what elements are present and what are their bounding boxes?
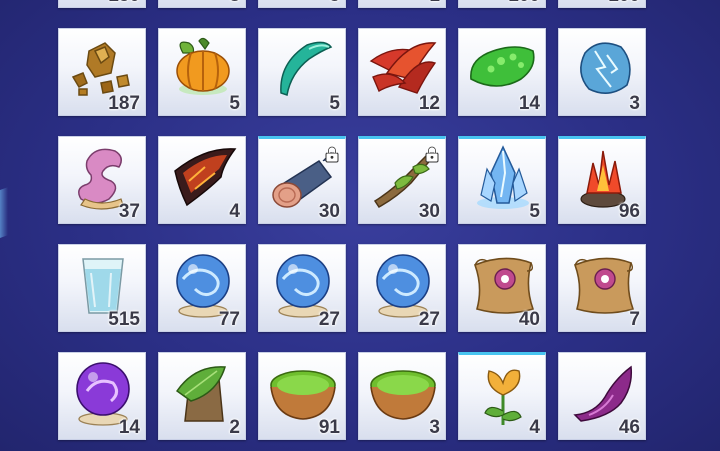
- inventory-slot[interactable]: 1: [358, 0, 446, 8]
- item-count: 91: [318, 417, 340, 438]
- inventory-slot[interactable]: 40: [458, 244, 546, 332]
- inventory-slot[interactable]: 4: [458, 352, 546, 440]
- inventory-slot[interactable]: 7: [558, 244, 646, 332]
- inventory-slot[interactable]: 77: [158, 244, 246, 332]
- item-count: 5: [329, 93, 340, 114]
- inventory-slot[interactable]: 30: [358, 136, 446, 224]
- item-count: 30: [418, 201, 440, 222]
- item-count: 27: [418, 309, 440, 330]
- inventory-slot[interactable]: 2: [158, 352, 246, 440]
- item-count: 4: [529, 417, 540, 438]
- inventory-slot[interactable]: 5: [258, 0, 346, 8]
- item-count: 8: [229, 0, 240, 5]
- side-glow-decoration: [0, 187, 8, 241]
- inventory-slot[interactable]: 27: [258, 244, 346, 332]
- inventory-slot[interactable]: 14: [458, 28, 546, 116]
- inventory-grid: 150851100100 187 5 5 12 14 3 37 4: [58, 0, 646, 440]
- inventory-slot[interactable]: 150: [58, 0, 146, 8]
- inventory-slot[interactable]: 4: [158, 136, 246, 224]
- item-count: 5: [529, 201, 540, 222]
- item-count: 1: [429, 0, 440, 5]
- inventory-slot[interactable]: 515: [58, 244, 146, 332]
- item-count: 46: [618, 417, 640, 438]
- item-count: 3: [629, 93, 640, 114]
- item-count: 100: [508, 0, 540, 5]
- inventory-slot[interactable]: 96: [558, 136, 646, 224]
- item-count: 515: [108, 309, 140, 330]
- item-count: 40: [518, 309, 540, 330]
- inventory-slot[interactable]: 8: [158, 0, 246, 8]
- item-count: 150: [108, 0, 140, 5]
- item-count: 77: [218, 309, 240, 330]
- inventory-slot[interactable]: 3: [358, 352, 446, 440]
- inventory-slot[interactable]: 37: [58, 136, 146, 224]
- inventory-slot[interactable]: 5: [458, 136, 546, 224]
- item-count: 5: [329, 0, 340, 5]
- inventory-slot[interactable]: 27: [358, 244, 446, 332]
- item-count: 7: [629, 309, 640, 330]
- item-count: 4: [229, 201, 240, 222]
- item-count: 2: [229, 417, 240, 438]
- item-count: 187: [108, 93, 140, 114]
- inventory-slot[interactable]: 187: [58, 28, 146, 116]
- item-count: 14: [118, 417, 140, 438]
- lock-icon: [425, 145, 439, 163]
- inventory-slot[interactable]: 12: [358, 28, 446, 116]
- inventory-slot[interactable]: 14: [58, 352, 146, 440]
- item-count: 27: [318, 309, 340, 330]
- item-count: 30: [318, 201, 340, 222]
- inventory-slot[interactable]: 100: [558, 0, 646, 8]
- lock-icon: [325, 145, 339, 163]
- item-count: 5: [229, 93, 240, 114]
- item-count: 3: [429, 417, 440, 438]
- inventory-slot[interactable]: 100: [458, 0, 546, 8]
- item-count: 14: [518, 93, 540, 114]
- item-count: 12: [418, 93, 440, 114]
- inventory-slot[interactable]: 5: [158, 28, 246, 116]
- item-count: 100: [608, 0, 640, 5]
- inventory-slot[interactable]: 46: [558, 352, 646, 440]
- inventory-slot[interactable]: 5: [258, 28, 346, 116]
- inventory-slot[interactable]: 30: [258, 136, 346, 224]
- inventory-slot[interactable]: 3: [558, 28, 646, 116]
- item-count: 37: [118, 201, 140, 222]
- inventory-slot[interactable]: 91: [258, 352, 346, 440]
- item-count: 96: [618, 201, 640, 222]
